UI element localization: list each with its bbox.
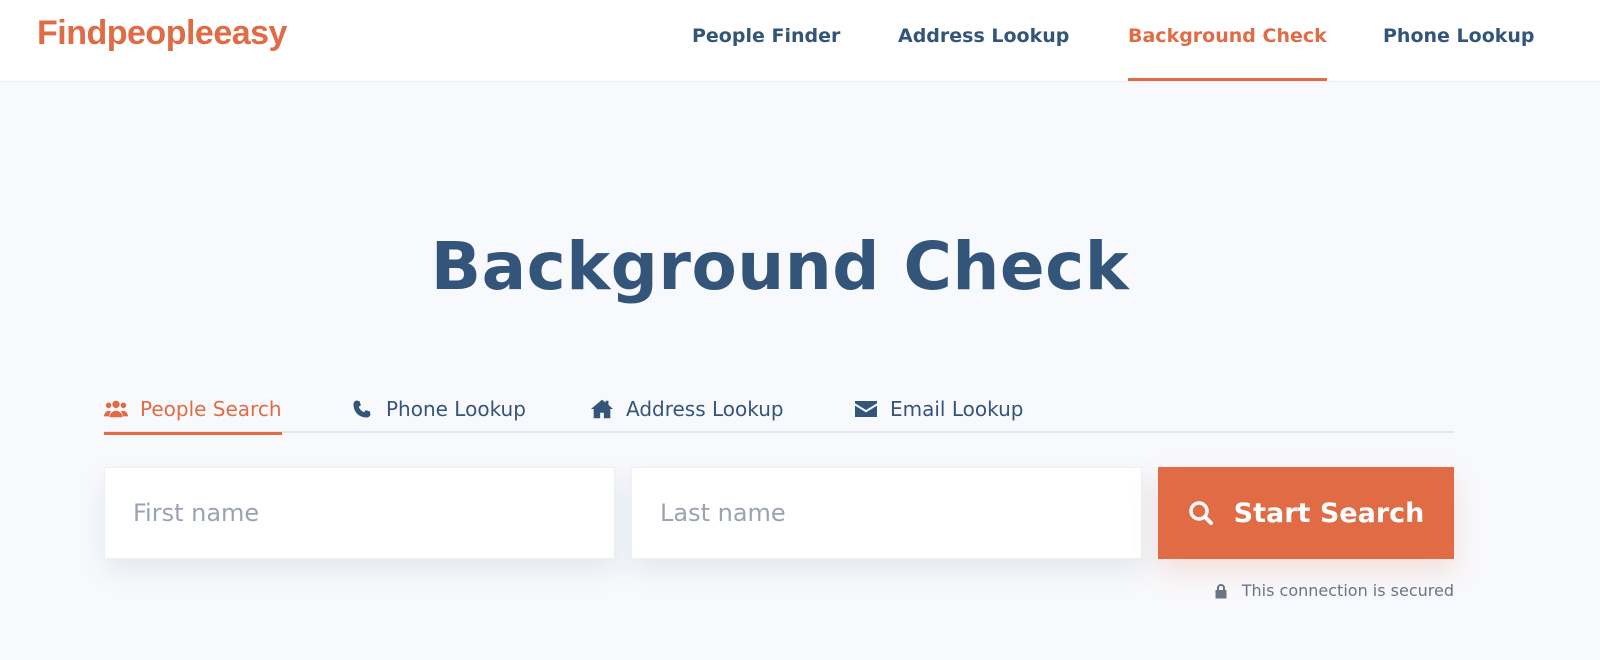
last-name-field bbox=[631, 467, 1142, 559]
people-icon bbox=[104, 397, 128, 421]
nav-item-address-lookup[interactable]: Address Lookup bbox=[898, 0, 1069, 82]
last-name-input[interactable] bbox=[632, 468, 1141, 558]
nav-item-background-check[interactable]: Background Check bbox=[1128, 0, 1327, 82]
nav-item-phone-lookup[interactable]: Phone Lookup bbox=[1383, 0, 1535, 82]
nav-item-people-finder[interactable]: People Finder bbox=[692, 0, 840, 82]
search-tabs: People Search Phone Lookup Address Looku… bbox=[104, 385, 1454, 435]
site-header: Findpeopleeasy People Finder Address Loo… bbox=[0, 0, 1600, 82]
start-search-button[interactable]: Start Search bbox=[1158, 467, 1454, 559]
phone-icon bbox=[350, 397, 374, 421]
lock-icon bbox=[1214, 583, 1228, 599]
envelope-icon bbox=[854, 397, 878, 421]
tab-email-lookup[interactable]: Email Lookup bbox=[854, 385, 1023, 433]
site-logo[interactable]: Findpeopleeasy bbox=[37, 14, 287, 53]
tab-phone-lookup[interactable]: Phone Lookup bbox=[350, 385, 526, 433]
start-search-label: Start Search bbox=[1233, 497, 1425, 529]
first-name-field bbox=[104, 467, 615, 559]
secure-text: This connection is secured bbox=[1241, 581, 1454, 600]
tab-address-lookup[interactable]: Address Lookup bbox=[590, 385, 784, 433]
tab-label: Phone Lookup bbox=[386, 397, 526, 421]
first-name-input[interactable] bbox=[105, 468, 614, 558]
tab-label: Address Lookup bbox=[626, 397, 784, 421]
tab-people-search[interactable]: People Search bbox=[104, 385, 282, 435]
home-icon bbox=[590, 397, 614, 421]
search-icon bbox=[1188, 500, 1214, 526]
secure-connection-note: This connection is secured bbox=[1200, 581, 1454, 600]
page-title: Background Check bbox=[430, 228, 1130, 305]
tab-label: People Search bbox=[140, 397, 282, 421]
tab-label: Email Lookup bbox=[890, 397, 1024, 421]
